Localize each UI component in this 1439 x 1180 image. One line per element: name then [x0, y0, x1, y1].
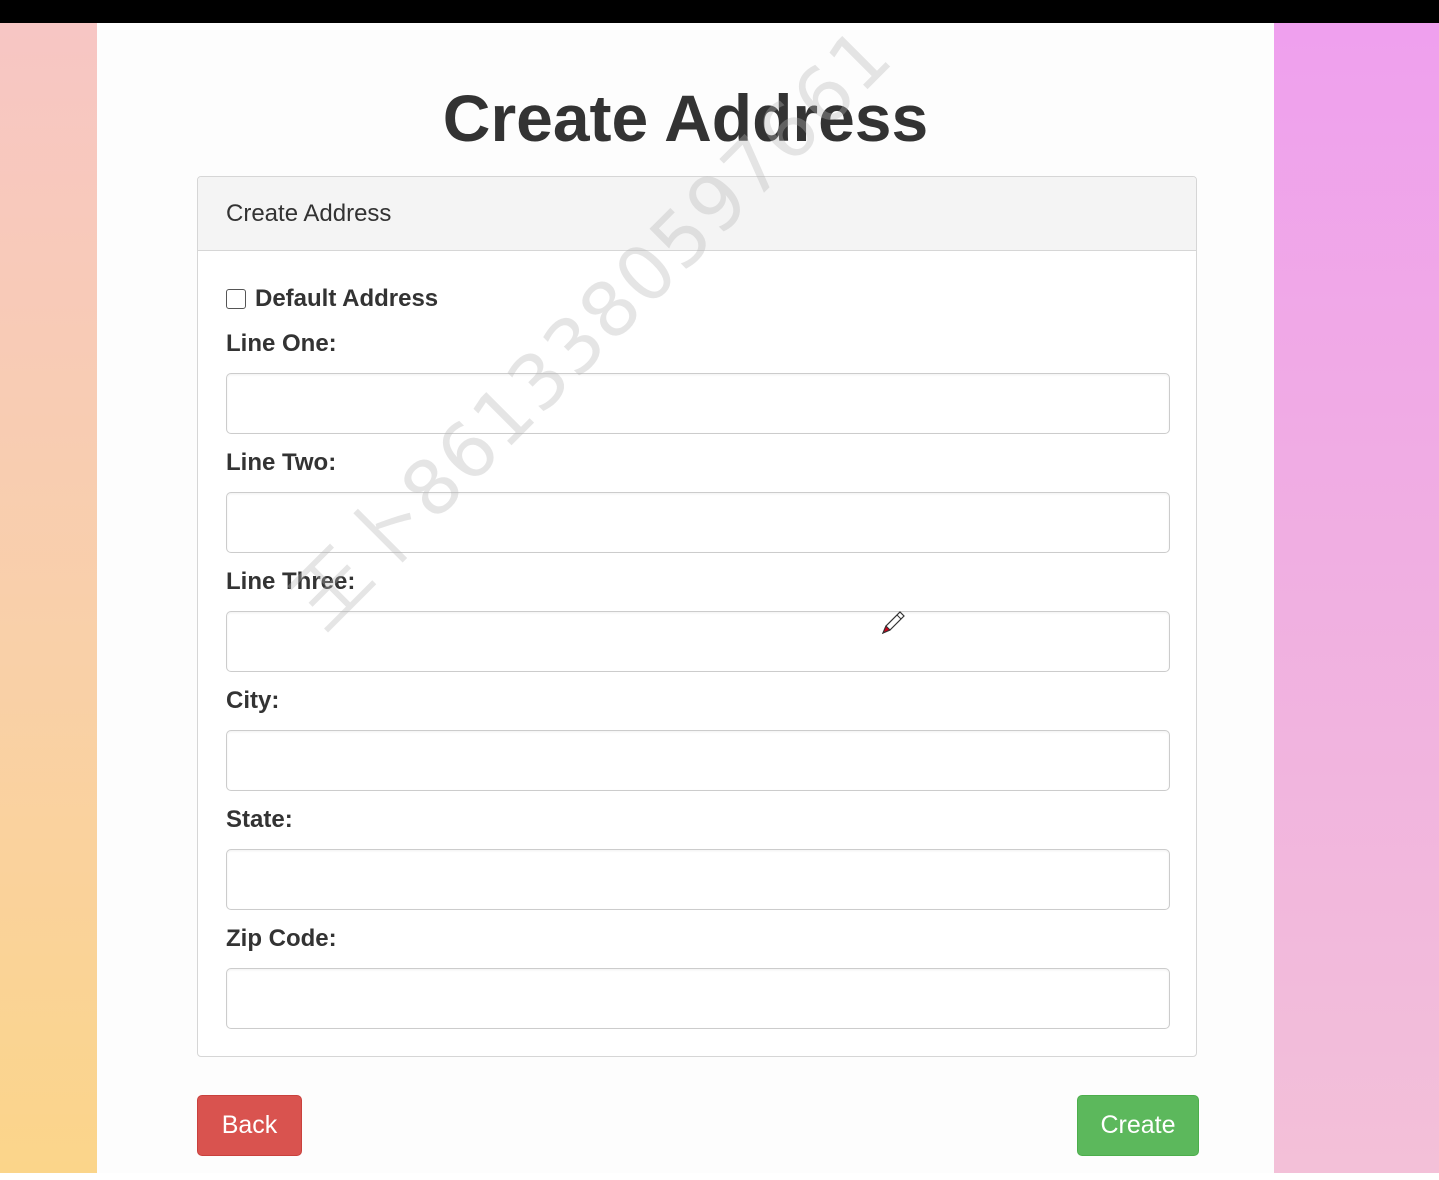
page-container: Create Address Create Address Default Ad…	[97, 23, 1274, 1173]
default-address-label: Default Address	[255, 285, 439, 312]
zip-code-input[interactable]	[226, 968, 1170, 1029]
city-input[interactable]	[226, 730, 1170, 791]
line-two-label: Line Two:	[226, 449, 337, 476]
zip-code-label: Zip Code:	[226, 925, 337, 952]
page-title: Create Address	[442, 81, 929, 155]
city-label: City:	[226, 687, 280, 714]
panel-heading: Create Address	[198, 177, 1196, 251]
line-two-input[interactable]	[226, 492, 1170, 553]
address-form-panel: Create Address Default Address Line One:…	[197, 176, 1197, 1057]
back-button[interactable]: Back	[197, 1095, 302, 1156]
line-one-label: Line One:	[226, 330, 337, 357]
state-input[interactable]	[226, 849, 1170, 910]
bottom-strip	[0, 1173, 1439, 1180]
default-address-row[interactable]: Default Address	[226, 285, 438, 313]
top-black-bar	[0, 0, 1439, 23]
background-left-gradient	[0, 23, 97, 1173]
line-one-input[interactable]	[226, 373, 1170, 434]
default-address-checkbox[interactable]	[226, 289, 246, 309]
create-button[interactable]: Create	[1077, 1095, 1199, 1156]
state-label: State:	[226, 806, 293, 833]
line-three-input[interactable]	[226, 611, 1170, 672]
line-three-label: Line Three:	[226, 568, 356, 595]
background-right-gradient	[1274, 23, 1439, 1173]
